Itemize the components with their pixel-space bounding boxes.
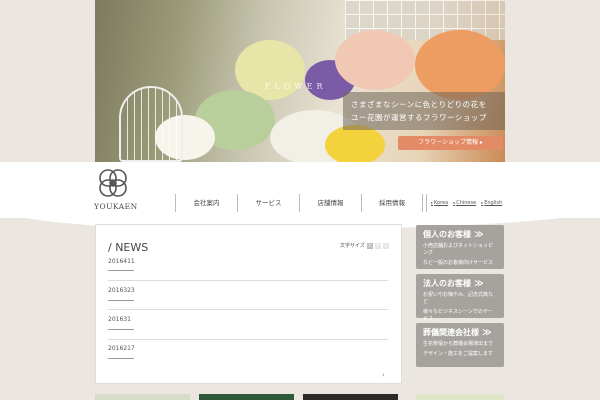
news-title: / NEWS <box>108 241 149 254</box>
funeral-companies-button[interactable]: 葬儀関連会社様 生花祭壇から葬儀会場演出まで デザイン・施工をご提案します <box>416 323 504 367</box>
flower-cluster <box>335 30 415 90</box>
nav-item-company[interactable]: 会社案内 <box>175 194 237 212</box>
hero-caption: さまざまなシーンに色とりどりの花を ユー花園が運営するフラワーショップ <box>343 92 505 130</box>
thumbnail-image[interactable] <box>416 394 504 400</box>
flower-shop-button[interactable]: フラワーショップ情報 ▸ <box>398 136 503 150</box>
news-panel: / NEWS 文字サイズ 大 中 小 2016411 2016323 20163… <box>95 224 402 384</box>
news-item-underline <box>108 300 134 301</box>
news-divider <box>108 309 388 310</box>
flower-cluster <box>415 30 505 100</box>
language-links: Korea Chinese English <box>426 194 502 212</box>
hero-label: FLOWER <box>265 82 327 91</box>
font-size-small-button[interactable]: 小 <box>382 242 389 249</box>
news-item-underline <box>108 329 134 330</box>
side-button-title: 法人のお客様 <box>423 278 497 289</box>
thumbnail-image[interactable] <box>95 394 190 400</box>
news-item-underline <box>108 270 134 271</box>
corporate-customers-button[interactable]: 法人のお客様 お祝いやお悔やみ、記念式典など 様々なビジネスシーンでのサービス <box>416 274 504 322</box>
news-item-underline <box>108 358 134 359</box>
nav-item-services[interactable]: サービス <box>237 194 299 212</box>
side-button-desc: 様々なビジネスシーンでのサービス <box>423 309 493 322</box>
logo-text: YOUKAEN <box>94 202 138 211</box>
nav-item-recruit[interactable]: 採用情報 <box>361 194 423 212</box>
side-button-desc: お祝いやお悔やみ、記念式典など <box>423 292 494 305</box>
news-divider <box>108 280 388 281</box>
lang-link-korea[interactable]: Korea <box>431 200 448 206</box>
news-item-date[interactable]: 2016217 <box>108 345 135 352</box>
hero-caption-line: ユー花園が運営するフラワーショップ <box>351 113 487 122</box>
nav-item-stores[interactable]: 店舗情報 <box>299 194 361 212</box>
flower-cluster <box>325 125 385 162</box>
font-size-label: 文字サイズ <box>340 243 365 249</box>
news-item-date[interactable]: 2016411 <box>108 258 135 265</box>
font-size-large-button[interactable]: 大 <box>366 242 373 249</box>
logo-flower-icon <box>96 166 130 200</box>
thumbnail-image[interactable] <box>199 394 294 400</box>
side-button-title: 個人のお客様 <box>423 229 497 240</box>
logo[interactable]: YOUKAEN <box>94 166 138 211</box>
birdcage-decoration <box>119 86 183 162</box>
news-item-date[interactable]: 201631 <box>108 316 131 323</box>
font-size-control: 文字サイズ 大 中 小 <box>340 242 389 249</box>
lang-link-chinese[interactable]: Chinese <box>453 200 476 206</box>
news-item-date[interactable]: 2016323 <box>108 287 135 294</box>
individual-customers-button[interactable]: 個人のお客様 小売店舗およびネットショッピング など一般のお客様向けサービス <box>416 225 504 269</box>
main-nav: 会社案内 サービス 店舗情報 採用情報 <box>175 194 423 212</box>
news-more-arrow-icon[interactable]: › <box>382 371 385 379</box>
side-button-desc: 生花祭壇から葬儀会場演出まで <box>423 341 494 347</box>
side-button-desc: など一般のお客様向けサービス <box>423 260 494 266</box>
side-button-desc: デザイン・施工をご提案します <box>423 351 494 357</box>
news-divider <box>108 339 388 340</box>
side-button-title: 葬儀関連会社様 <box>423 327 497 338</box>
thumbnail-image[interactable] <box>303 394 398 400</box>
hero-caption-line: さまざまなシーンに色とりどりの花を <box>351 100 487 109</box>
font-size-medium-button[interactable]: 中 <box>374 242 381 249</box>
lang-link-english[interactable]: English <box>481 200 502 206</box>
side-button-desc: 小売店舗およびネットショッピング <box>423 243 494 256</box>
